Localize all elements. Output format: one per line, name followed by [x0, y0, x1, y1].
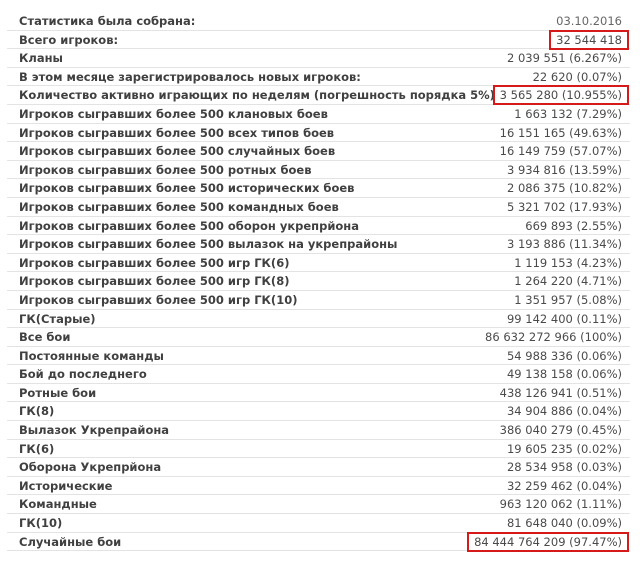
row-value: 669 893 (2.55%)	[525, 218, 622, 233]
stats-row-random-battles: Случайные бои 84 444 764 209 (97.47%)	[7, 531, 630, 552]
stats-row: Кланы 2 039 551 (6.267%)	[7, 49, 630, 68]
stats-row: Ротные бои 438 126 941 (0.51%)	[7, 384, 630, 403]
row-label: Игроков сыгравших более 500 игр ГК(6)	[19, 255, 290, 270]
row-value-highlighted: 32 544 418	[549, 29, 629, 50]
row-value: 386 040 279 (0.45%)	[499, 423, 622, 438]
row-value: 86 632 272 966 (100%)	[485, 330, 622, 345]
stats-row: Игроков сыгравших более 500 клановых бое…	[7, 105, 630, 124]
stats-row: Игроков сыгравших более 500 ротных боев …	[7, 161, 630, 180]
stats-row-active-weekly: Количество активно играющих по неделям (…	[7, 85, 630, 106]
row-label: Игроков сыгравших более 500 игр ГК(10)	[19, 292, 298, 307]
stats-row: Исторические 32 259 462 (0.04%)	[7, 477, 630, 496]
row-value: 19 605 235 (0.02%)	[506, 441, 622, 456]
row-label: Исторические	[19, 478, 113, 493]
stats-row: ГК(Старые) 99 142 400 (0.11%)	[7, 310, 630, 329]
row-label: Ротные бои	[19, 385, 97, 400]
stats-row: Игроков сыгравших более 500 случайных бо…	[7, 142, 630, 161]
row-label: Игроков сыгравших более 500 клановых бое…	[19, 106, 328, 121]
stats-row: Игроков сыгравших более 500 игр ГК(8) 1 …	[7, 272, 630, 291]
stats-row-total-players: Всего игроков: 32 544 418	[7, 29, 630, 50]
stats-row: В этом месяце зарегистрировалось новых и…	[7, 68, 630, 87]
row-value: 3 934 816 (13.59%)	[506, 162, 622, 177]
row-value: 2 039 551 (6.267%)	[506, 51, 622, 66]
stats-row: Игроков сыгравших более 500 вылазок на у…	[7, 235, 630, 254]
row-label: Игроков сыгравших более 500 командных бо…	[19, 199, 339, 214]
row-value: 1 663 132 (7.29%)	[514, 106, 622, 121]
row-label: Статистика была собрана:	[19, 14, 196, 28]
stats-row: Постоянные команды 54 988 336 (0.06%)	[7, 347, 630, 366]
row-label: Все бои	[19, 330, 71, 345]
stats-row: Оборона Укрепрйона 28 534 958 (0.03%)	[7, 458, 630, 477]
stats-row: Игроков сыгравших более 500 исторических…	[7, 179, 630, 198]
stats-row: Игроков сыгравших более 500 игр ГК(10) 1…	[7, 291, 630, 310]
row-label: Кланы	[19, 51, 63, 66]
row-value: 1 264 220 (4.71%)	[514, 274, 622, 289]
stats-row: Вылазок Укрепрайона 386 040 279 (0.45%)	[7, 421, 630, 440]
stats-row: Все бои 86 632 272 966 (100%)	[7, 328, 630, 347]
row-value-highlighted: 3 565 280 (10.955%)	[492, 85, 630, 106]
row-value: 28 534 958 (0.03%)	[506, 460, 622, 475]
stats-row: Игроков сыгравших более 500 всех типов б…	[7, 124, 630, 143]
row-value: 54 988 336 (0.06%)	[506, 348, 622, 363]
stats-row: Игроков сыгравших более 500 оборон укреп…	[7, 217, 630, 236]
row-label: ГК(Старые)	[19, 311, 96, 326]
row-value: 16 151 165 (49.63%)	[499, 125, 622, 140]
row-value: 5 321 702 (17.93%)	[506, 199, 622, 214]
row-label: ГК(8)	[19, 404, 55, 419]
row-label: ГК(10)	[19, 516, 63, 531]
row-label: Вылазок Укрепрайона	[19, 423, 170, 438]
row-label: Бой до последнего	[19, 367, 147, 382]
row-label: Игроков сыгравших более 500 случайных бо…	[19, 144, 336, 159]
stats-row: ГК(8) 34 904 886 (0.04%)	[7, 402, 630, 422]
row-label: Игроков сыгравших более 500 игр ГК(8)	[19, 274, 290, 289]
row-label: Игроков сыгравших более 500 оборон укреп…	[19, 218, 359, 233]
row-value: 438 126 941 (0.51%)	[499, 385, 622, 400]
row-value: 2 086 375 (10.82%)	[506, 181, 622, 196]
row-value: 81 648 040 (0.09%)	[506, 516, 622, 531]
stats-row: Игроков сыгравших более 500 командных бо…	[7, 198, 630, 217]
stats-row: ГК(6) 19 605 235 (0.02%)	[7, 440, 630, 459]
row-label: В этом месяце зарегистрировалось новых и…	[19, 69, 361, 84]
stats-row-date: Статистика была собрана: 03.10.2016	[7, 12, 630, 31]
row-value: 22 620 (0.07%)	[532, 69, 622, 84]
row-label: Оборона Укрепрйона	[19, 460, 162, 475]
row-value: 03.10.2016	[556, 14, 622, 28]
stats-row: Командные 963 120 062 (1.11%)	[7, 495, 630, 515]
row-value: 963 120 062 (1.11%)	[499, 497, 622, 512]
row-label: Постоянные команды	[19, 348, 164, 363]
row-label: Игроков сыгравших более 500 ротных боев	[19, 162, 312, 177]
stats-row: Бой до последнего 49 138 158 (0.06%)	[7, 365, 630, 384]
row-label: ГК(6)	[19, 441, 55, 456]
row-label: Игроков сыгравших более 500 всех типов б…	[19, 125, 335, 140]
row-value: 3 193 886 (11.34%)	[506, 237, 622, 252]
row-label: Случайные бои	[19, 534, 122, 549]
row-label: Командные	[19, 497, 97, 512]
row-value: 32 259 462 (0.04%)	[506, 478, 622, 493]
stats-table: Статистика была собрана: 03.10.2016 Всег…	[7, 12, 630, 552]
row-value: 99 142 400 (0.11%)	[506, 311, 622, 326]
stats-row: Игроков сыгравших более 500 игр ГК(6) 1 …	[7, 254, 630, 273]
row-value: 1 351 957 (5.08%)	[514, 292, 622, 307]
row-value: 34 904 886 (0.04%)	[506, 404, 622, 419]
row-label: Количество активно играющих по неделям (…	[19, 88, 495, 103]
row-value: 49 138 158 (0.06%)	[506, 367, 622, 382]
row-label: Игроков сыгравших более 500 исторических…	[19, 181, 355, 196]
row-value: 16 149 759 (57.07%)	[499, 144, 622, 159]
row-label: Игроков сыгравших более 500 вылазок на у…	[19, 237, 398, 252]
row-value: 1 119 153 (4.23%)	[514, 255, 622, 270]
stats-row: ГК(10) 81 648 040 (0.09%)	[7, 514, 630, 533]
row-label: Всего игроков:	[19, 32, 119, 47]
row-value-highlighted: 84 444 764 209 (97.47%)	[467, 531, 629, 552]
